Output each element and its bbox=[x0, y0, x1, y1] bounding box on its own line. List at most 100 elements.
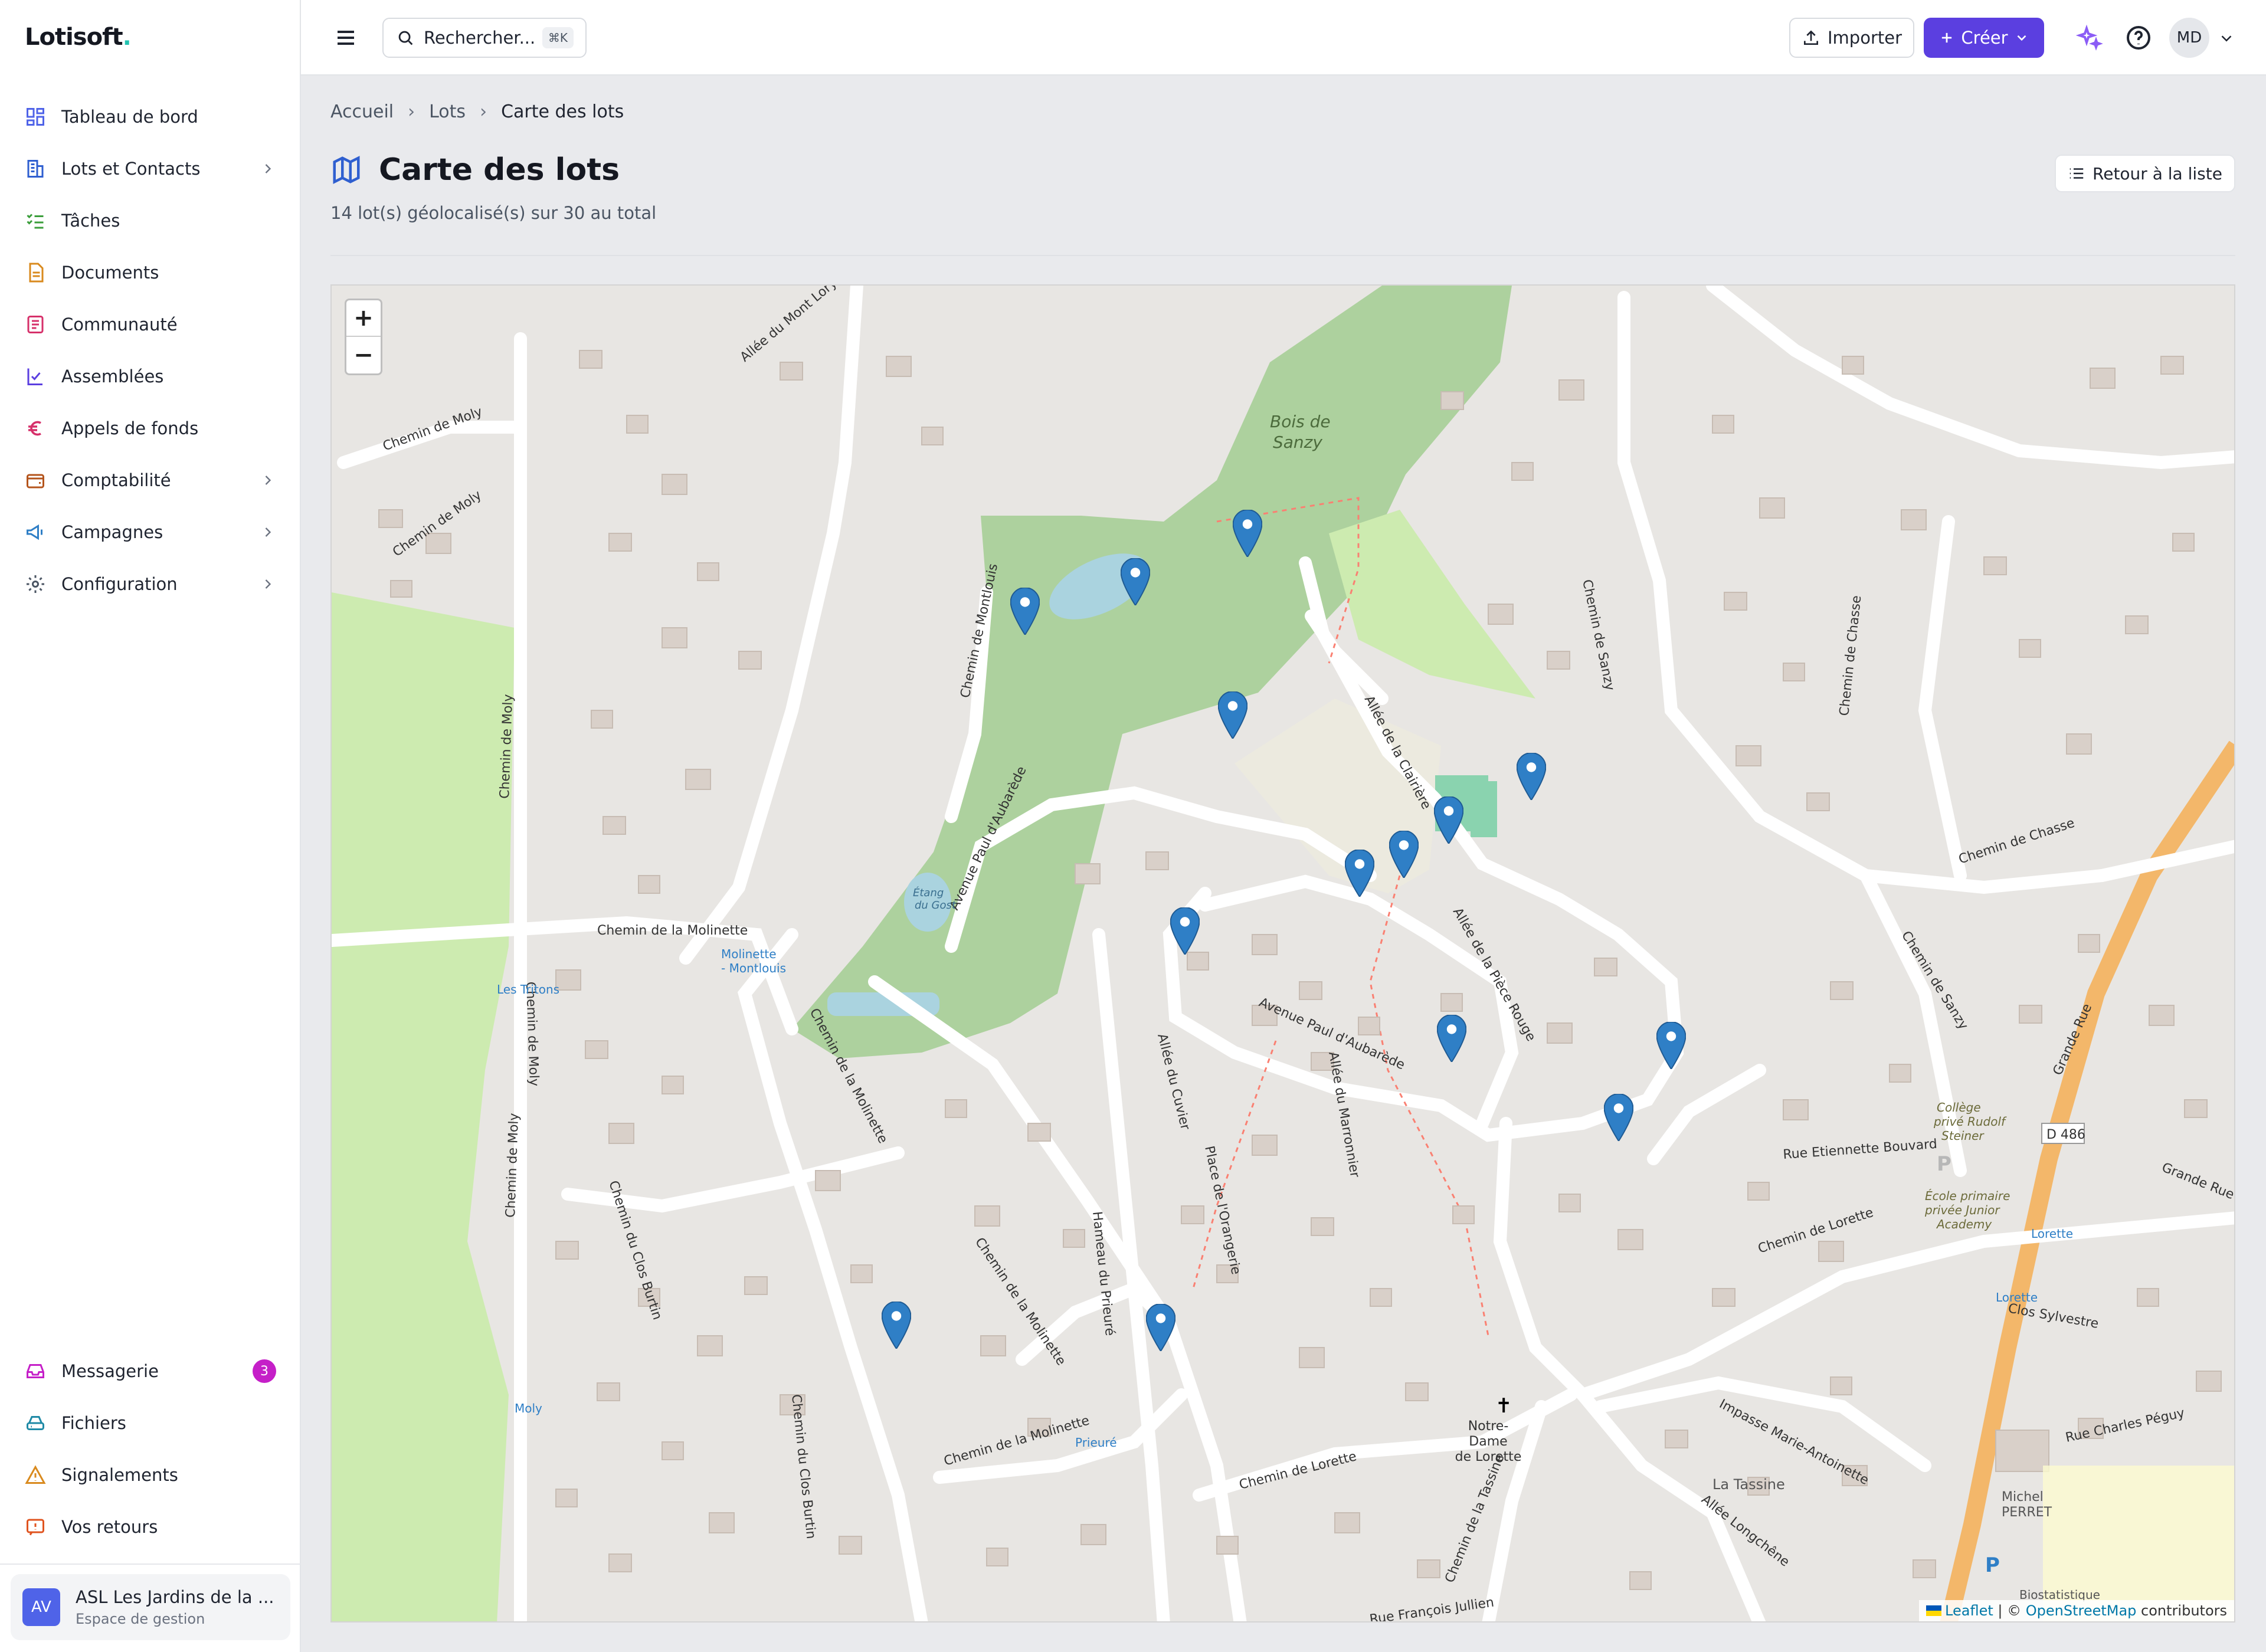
sidebar-bottom-nav: Messagerie 3 Fichiers Signalements Vos r… bbox=[12, 1345, 289, 1553]
svg-text:Bois de: Bois de bbox=[1270, 412, 1331, 431]
gear-icon bbox=[24, 572, 47, 596]
document-icon bbox=[24, 261, 47, 284]
sidebar-item-tasks[interactable]: Tâches bbox=[12, 195, 289, 247]
sidebar-item-funds[interactable]: Appels de fonds bbox=[12, 402, 289, 454]
svg-text:Steiner: Steiner bbox=[1941, 1129, 1985, 1143]
sidebar-item-label: Tâches bbox=[61, 211, 120, 231]
create-button[interactable]: Créer bbox=[1924, 18, 2044, 58]
sidebar-item-messages[interactable]: Messagerie 3 bbox=[12, 1345, 289, 1397]
lots-map[interactable]: ✝ Bois de Sanzy Chemin de Moly Chemin de… bbox=[330, 284, 2235, 1622]
svg-text:de Lorette: de Lorette bbox=[1455, 1450, 1522, 1464]
sidebar-item-lots-contacts[interactable]: Lots et Contacts bbox=[12, 143, 289, 195]
hamburger-menu-icon[interactable] bbox=[332, 24, 360, 52]
lot-marker[interactable] bbox=[1233, 510, 1262, 557]
sidebar-item-dashboard[interactable]: Tableau de bord bbox=[12, 91, 289, 143]
euro-icon bbox=[24, 417, 47, 440]
chevron-right-icon bbox=[265, 164, 271, 173]
sidebar-divider bbox=[0, 1564, 301, 1565]
sidebar-item-label: Signalements bbox=[61, 1465, 178, 1485]
back-to-list-button[interactable]: Retour à la liste bbox=[2055, 155, 2235, 192]
sidebar-item-label: Comptabilité bbox=[61, 470, 171, 490]
org-subtitle: Espace de gestion bbox=[76, 1611, 205, 1627]
svg-text:✝: ✝ bbox=[1495, 1394, 1512, 1418]
map-icon bbox=[333, 156, 360, 184]
svg-text:Moly: Moly bbox=[515, 1401, 542, 1415]
svg-text:Les Tritons: Les Tritons bbox=[497, 982, 559, 997]
help-icon[interactable] bbox=[2124, 24, 2153, 52]
sidebar-item-label: Lots et Contacts bbox=[61, 159, 201, 179]
sidebar-item-reports[interactable]: Signalements bbox=[12, 1449, 289, 1501]
building-icon bbox=[24, 157, 47, 181]
upload-icon bbox=[1803, 30, 1818, 45]
svg-text:Étang: Étang bbox=[913, 886, 944, 899]
sidebar-item-assemblies[interactable]: Assemblées bbox=[12, 350, 289, 402]
lot-marker[interactable] bbox=[1010, 588, 1040, 635]
zoom-in-button[interactable]: + bbox=[346, 300, 381, 337]
page-subtitle: 14 lot(s) géolocalisé(s) sur 30 au total bbox=[330, 203, 657, 223]
user-avatar[interactable]: MD bbox=[2169, 18, 2209, 58]
dashboard-icon bbox=[24, 105, 47, 129]
lot-marker[interactable] bbox=[1218, 691, 1247, 739]
chevron-down-icon[interactable] bbox=[2218, 30, 2235, 47]
sidebar-item-label: Vos retours bbox=[61, 1517, 158, 1537]
sidebar-item-documents[interactable]: Documents bbox=[12, 247, 289, 299]
svg-text:Dame: Dame bbox=[1469, 1434, 1507, 1449]
map-attribution: Leaflet | © OpenStreetMap contributors bbox=[1919, 1600, 2234, 1621]
lot-marker[interactable] bbox=[882, 1302, 911, 1349]
sidebar-item-label: Communauté bbox=[61, 314, 178, 335]
sidebar-item-files[interactable]: Fichiers bbox=[12, 1397, 289, 1449]
import-button[interactable]: Importer bbox=[1789, 18, 1914, 58]
sidebar-item-community[interactable]: Communauté bbox=[12, 299, 289, 350]
chevron-down-icon bbox=[2017, 35, 2026, 41]
sidebar-item-label: Tableau de bord bbox=[61, 107, 198, 127]
megaphone-icon bbox=[24, 520, 47, 544]
sidebar-nav: Tableau de bord Lots et Contacts Tâches … bbox=[12, 91, 289, 610]
svg-text:Lorette: Lorette bbox=[2031, 1227, 2073, 1241]
lot-marker[interactable] bbox=[1121, 558, 1150, 605]
import-label: Importer bbox=[1827, 28, 1902, 48]
svg-text:privée Junior: privée Junior bbox=[1924, 1203, 2000, 1217]
breadcrumb-current: Carte des lots bbox=[501, 101, 624, 122]
search-icon bbox=[398, 31, 413, 45]
plus-icon bbox=[1942, 32, 1952, 43]
warning-icon bbox=[24, 1463, 47, 1487]
header-divider bbox=[330, 255, 2235, 256]
lot-marker[interactable] bbox=[1517, 753, 1546, 800]
organization-switcher[interactable]: AV ASL Les Jardins de la ... Espace de g… bbox=[11, 1574, 290, 1640]
leaflet-link[interactable]: Leaflet bbox=[1945, 1602, 1993, 1619]
map-tiles[interactable]: ✝ Bois de Sanzy Chemin de Moly Chemin de… bbox=[332, 286, 2235, 1622]
sidebar: Lotisoft. Tableau de bord Lots et Contac… bbox=[0, 0, 301, 1652]
svg-text:Chemin de la Molinette: Chemin de la Molinette bbox=[597, 923, 748, 938]
breadcrumb-home[interactable]: Accueil bbox=[330, 101, 394, 122]
lot-marker[interactable] bbox=[1389, 831, 1419, 878]
sidebar-item-configuration[interactable]: Configuration bbox=[12, 558, 289, 610]
lot-marker[interactable] bbox=[1437, 1015, 1466, 1062]
app-logo[interactable]: Lotisoft. bbox=[25, 24, 132, 51]
svg-text:Academy: Academy bbox=[1936, 1217, 1992, 1231]
inbox-icon bbox=[24, 1359, 47, 1383]
chevron-right-icon bbox=[265, 579, 271, 589]
search-input[interactable]: Rechercher... ⌘K bbox=[382, 18, 587, 58]
svg-text:Prieuré: Prieuré bbox=[1075, 1435, 1117, 1450]
chevron-right-icon: › bbox=[408, 101, 415, 122]
lot-marker[interactable] bbox=[1604, 1094, 1633, 1141]
lot-marker[interactable] bbox=[1345, 850, 1374, 897]
svg-text:Collège: Collège bbox=[1937, 1100, 1981, 1115]
breadcrumb-lots[interactable]: Lots bbox=[429, 101, 466, 122]
topbar: Rechercher... ⌘K Importer Créer MD bbox=[301, 0, 2266, 76]
create-label: Créer bbox=[1961, 28, 2008, 48]
sparkles-icon[interactable] bbox=[2075, 24, 2103, 52]
chevron-right-icon bbox=[265, 476, 271, 485]
zoom-out-button[interactable]: − bbox=[346, 337, 381, 373]
lot-marker[interactable] bbox=[1170, 907, 1200, 955]
osm-link[interactable]: OpenStreetMap bbox=[2026, 1602, 2137, 1619]
lot-marker[interactable] bbox=[1434, 796, 1463, 844]
sidebar-item-feedback[interactable]: Vos retours bbox=[12, 1501, 289, 1553]
lot-marker[interactable] bbox=[1656, 1022, 1686, 1069]
lot-marker[interactable] bbox=[1146, 1304, 1175, 1351]
svg-text:La Tassine: La Tassine bbox=[1712, 1476, 1785, 1493]
list-icon bbox=[2069, 168, 2084, 179]
sidebar-item-campaigns[interactable]: Campagnes bbox=[12, 506, 289, 558]
checklist-icon bbox=[24, 209, 47, 232]
sidebar-item-accounting[interactable]: Comptabilité bbox=[12, 454, 289, 506]
